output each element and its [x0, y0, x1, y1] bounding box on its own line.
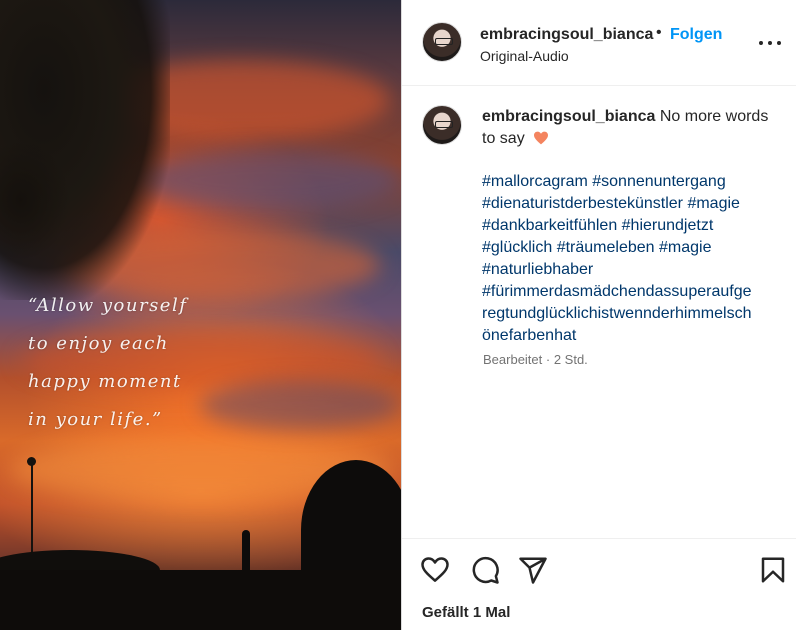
hashtag-line[interactable]: #fürimmerdasmädchendassuperaufge: [482, 281, 782, 303]
bookmark-icon[interactable]: [758, 555, 788, 585]
hashtag-line[interactable]: #dienaturistderbestekünstler #magie: [482, 193, 782, 215]
comment-icon[interactable]: [470, 555, 500, 585]
cloud: [140, 150, 400, 210]
orange-heart-icon: [534, 131, 549, 145]
quote-line: to enjoy each: [28, 333, 169, 354]
caption-timestamp: Bearbeitet · 2 Std.: [483, 352, 588, 367]
tree-silhouette: [0, 140, 70, 260]
ground-silhouette: [0, 570, 401, 630]
caption-username[interactable]: embracingsoul_bianca: [482, 108, 655, 125]
post-image[interactable]: “Allow yourself to enjoy each happy mome…: [0, 0, 401, 630]
more-options-icon[interactable]: [758, 33, 782, 51]
caption-area: embracingsoul_bianca No more words to sa…: [402, 86, 796, 538]
post-header: embracingsoul_bianca • Folgen Original-A…: [402, 0, 796, 86]
share-icon[interactable]: [518, 555, 548, 585]
separator-dot: •: [656, 24, 662, 41]
post-side-panel: embracingsoul_bianca • Folgen Original-A…: [401, 0, 796, 630]
author-avatar[interactable]: [422, 22, 462, 62]
cloud: [200, 380, 400, 430]
instagram-post: “Allow yourself to enjoy each happy mome…: [0, 0, 796, 630]
quote-line: in your life.”: [28, 409, 163, 430]
author-username[interactable]: embracingsoul_bianca: [480, 26, 653, 44]
hashtag-line[interactable]: #dankbarkeitfühlen #hierundjetzt: [482, 215, 782, 237]
hashtag-line[interactable]: #mallorcagram #sonnenuntergang: [482, 171, 782, 193]
hashtag-line[interactable]: #naturliebhaber: [482, 259, 782, 281]
likes-count[interactable]: Gefällt 1 Mal: [422, 604, 510, 621]
hashtag-list: #mallorcagram #sonnenuntergang #dienatur…: [482, 171, 782, 347]
quote-line: happy moment: [28, 371, 182, 392]
hashtag-line[interactable]: #glücklich #träumeleben #magie: [482, 237, 782, 259]
caption-text: embracingsoul_bianca No more words to sa…: [482, 106, 782, 347]
heart-icon[interactable]: [420, 555, 450, 585]
action-bar: [402, 538, 796, 598]
caption-author-avatar[interactable]: [422, 105, 462, 145]
quote-line: “Allow yourself: [28, 295, 188, 316]
hashtag-line[interactable]: önefarbenhat: [482, 325, 782, 347]
lamp-head: [27, 457, 36, 466]
audio-link[interactable]: Original-Audio: [480, 48, 569, 64]
follow-button[interactable]: Folgen: [670, 26, 722, 44]
hashtag-line[interactable]: regtundglücklichistwennderhimmelsch: [482, 303, 782, 325]
image-quote: “Allow yourself to enjoy each happy mome…: [28, 287, 228, 439]
